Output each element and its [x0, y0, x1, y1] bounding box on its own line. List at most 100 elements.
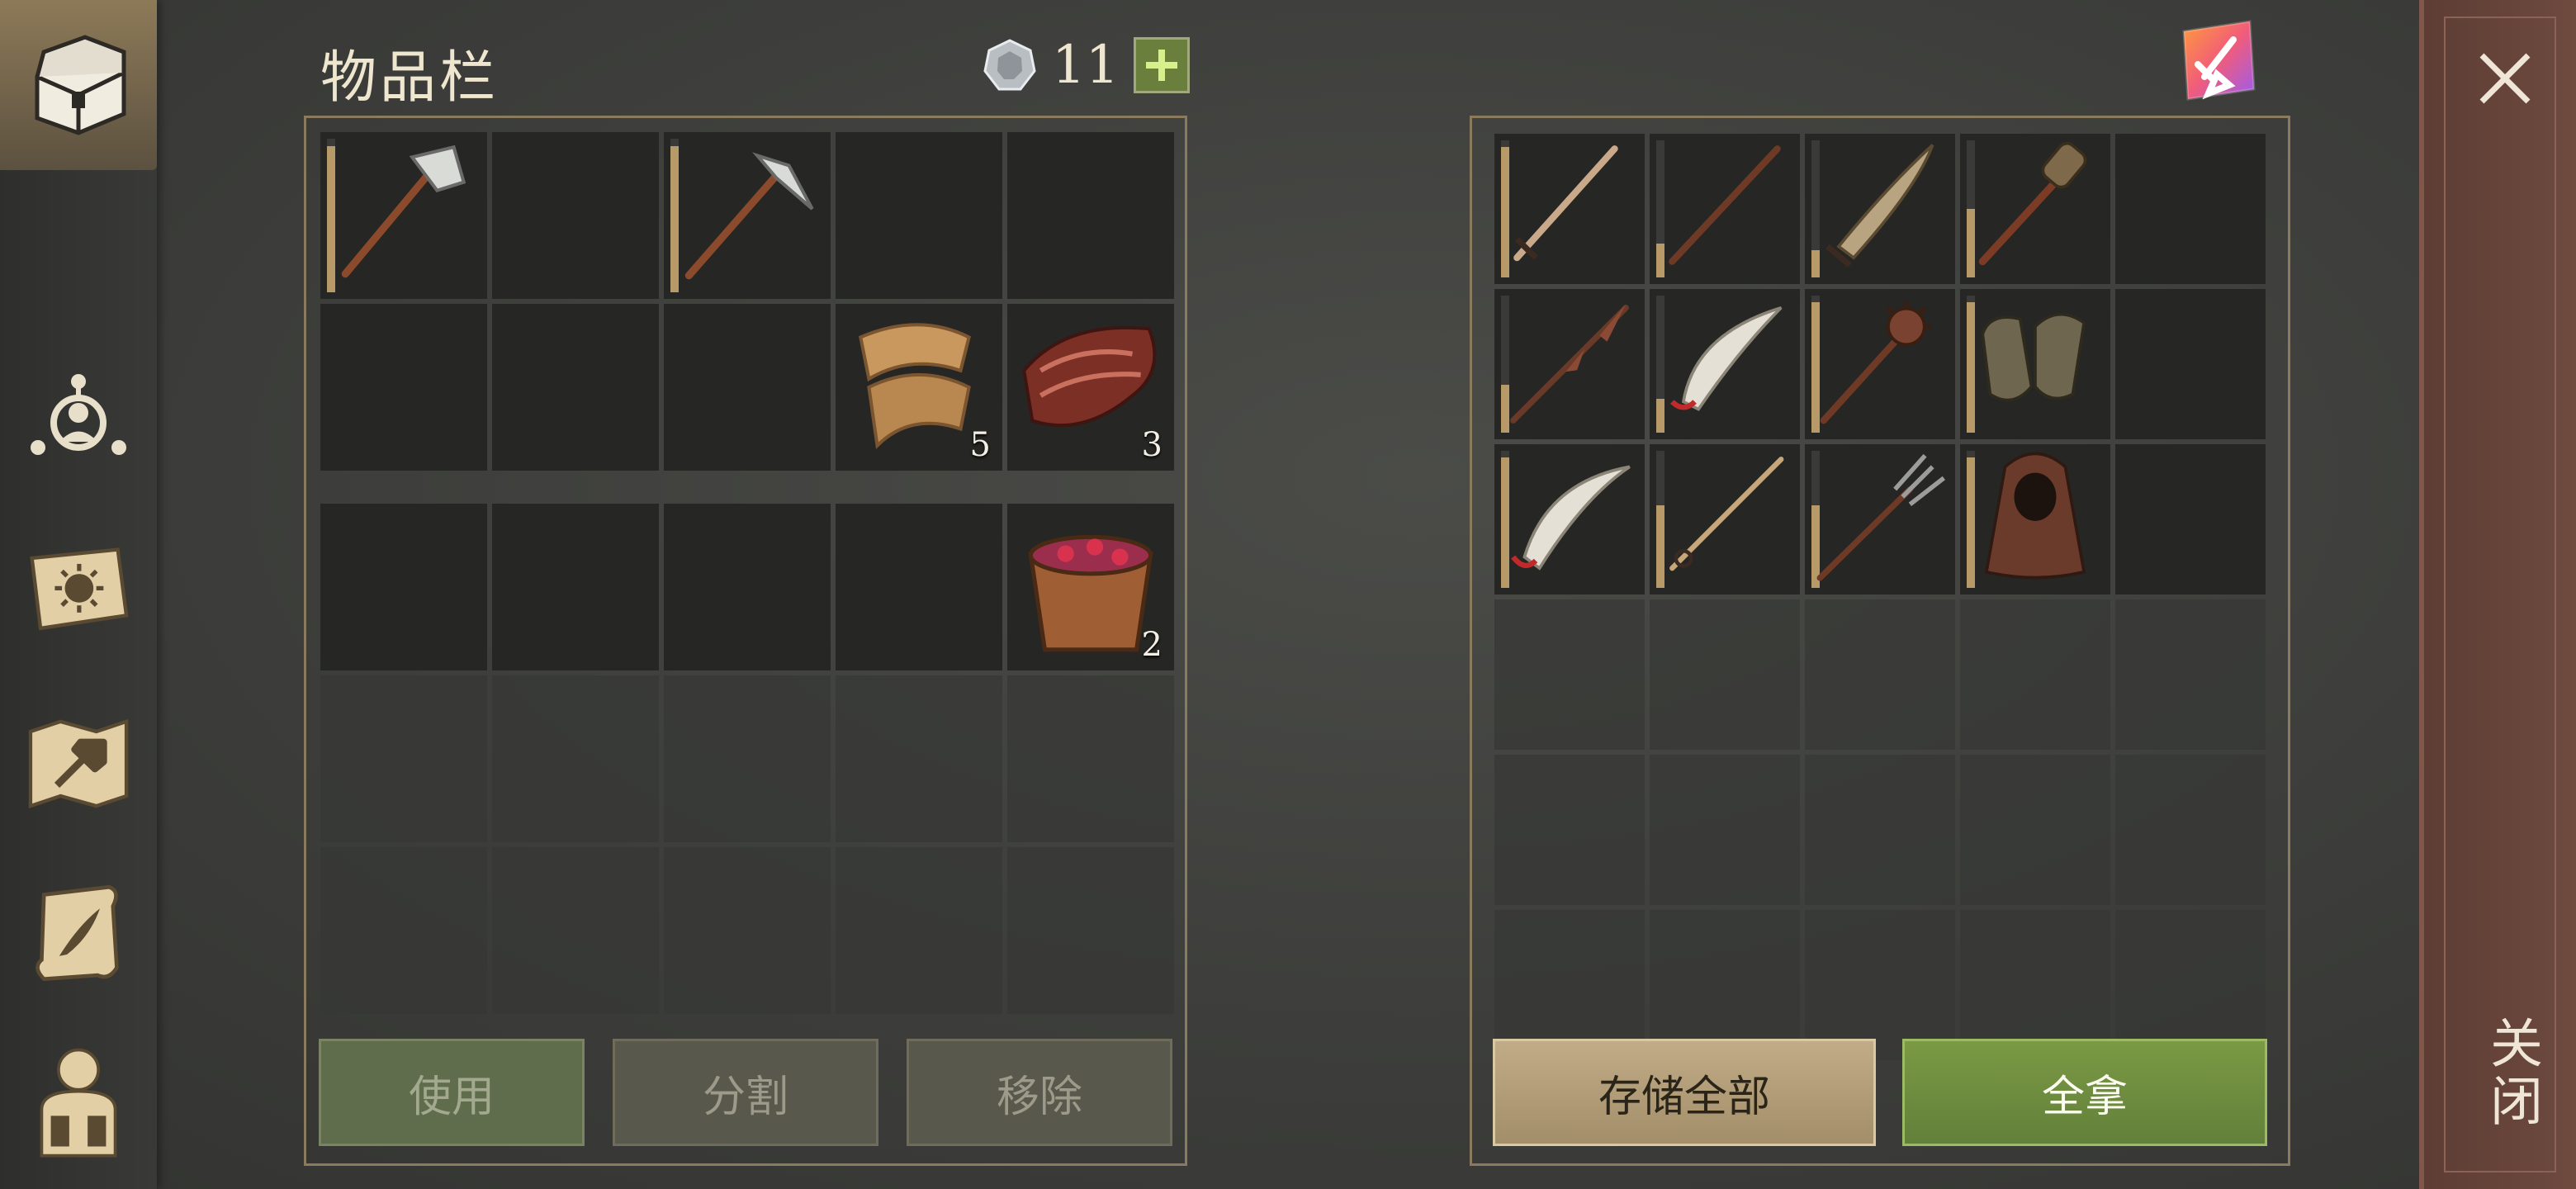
item-slot-falchion[interactable] — [1805, 134, 1955, 284]
item-slot-leather-strips[interactable]: 5 — [836, 304, 1002, 471]
sort-broom-icon[interactable] — [2171, 15, 2262, 106]
locked-slot — [664, 847, 831, 1014]
empty-slot[interactable] — [664, 304, 831, 471]
close-rail[interactable]: 关闭 — [2419, 0, 2576, 1189]
use-button[interactable]: 使用 — [319, 1039, 585, 1146]
item-count: 3 — [1141, 426, 1163, 464]
sidebar-item-journal[interactable] — [25, 879, 132, 987]
locked-slot — [1494, 599, 1645, 750]
sidebar-item-tome[interactable] — [25, 537, 132, 644]
locked-slot — [664, 675, 831, 842]
backpack-character-icon — [40, 1048, 117, 1158]
inventory-title: 物品栏 — [320, 45, 500, 111]
empty-slot[interactable] — [2115, 444, 2266, 594]
sidebar-item-chest[interactable] — [0, 0, 157, 170]
empty-slot[interactable] — [664, 504, 831, 670]
pitchfork-icon — [1816, 453, 1946, 581]
left-nav — [0, 0, 157, 1189]
item-count: 2 — [1141, 626, 1163, 664]
storage-grid — [1494, 134, 2266, 1060]
chest-icon — [35, 35, 126, 135]
silver-coin-icon — [983, 39, 1036, 91]
remove-button[interactable]: 移除 — [907, 1039, 1172, 1146]
falchion-icon — [1825, 144, 1934, 268]
locked-slot — [320, 675, 487, 842]
hooded-cloak-icon — [1984, 452, 2086, 580]
empty-slot[interactable] — [492, 132, 659, 299]
item-slot-morning-star[interactable] — [1805, 289, 1955, 439]
crafting-map-icon — [28, 718, 129, 809]
locked-slot — [2115, 599, 2266, 750]
spiked-spear-icon — [1510, 304, 1629, 424]
item-slot-torch-club[interactable] — [1960, 134, 2110, 284]
locked-slot — [1494, 910, 1645, 1060]
locked-slot — [1650, 755, 1800, 905]
scimitar-icon — [1670, 306, 1783, 411]
add-currency-button[interactable] — [1134, 37, 1191, 93]
item-slot-leather-gloves[interactable] — [1960, 289, 2110, 439]
locked-slot — [2115, 755, 2266, 905]
locked-slot — [1960, 910, 2110, 1060]
empty-slot[interactable] — [492, 504, 659, 670]
sidebar-item-skills[interactable] — [25, 363, 132, 471]
locked-slot — [2115, 910, 2266, 1060]
locked-slot — [1494, 755, 1645, 905]
item-slot-curved-sabre[interactable] — [1494, 444, 1645, 594]
inventory-grid: 53 — [320, 132, 1174, 471]
empty-slot[interactable] — [836, 504, 1002, 670]
split-button[interactable]: 分割 — [613, 1039, 878, 1146]
locked-slot — [492, 847, 659, 1014]
curved-sabre-icon — [1511, 465, 1631, 571]
currency-count: 11 — [1052, 35, 1120, 96]
item-slot-spiked-spear[interactable] — [1494, 289, 1645, 439]
empty-slot[interactable] — [320, 304, 487, 471]
empty-slot[interactable] — [2115, 289, 2266, 439]
sun-tome-icon — [30, 547, 129, 631]
store-all-button[interactable]: 存储全部 — [1493, 1039, 1876, 1146]
plus-icon — [1146, 50, 1178, 81]
empty-slot[interactable] — [320, 504, 487, 670]
leather-gloves-icon — [1981, 312, 2086, 402]
locked-slot — [1650, 910, 1800, 1060]
locked-slot — [1805, 755, 1955, 905]
currency-display: 11 — [983, 35, 1191, 96]
item-count: 5 — [969, 426, 991, 464]
item-slot-pitchfork[interactable] — [1805, 444, 1955, 594]
empty-slot[interactable] — [2115, 134, 2266, 284]
longsword-icon — [1513, 145, 1618, 262]
locked-slot — [320, 847, 487, 1014]
empty-slot[interactable] — [492, 304, 659, 471]
stone-pickaxe-icon — [684, 152, 814, 280]
sidebar-item-character[interactable] — [25, 1045, 132, 1158]
torch-club-icon — [1978, 141, 2087, 266]
item-slot-rapier[interactable] — [1650, 444, 1800, 594]
rapier-icon — [1669, 457, 1784, 571]
locked-slot — [1007, 847, 1174, 1014]
item-slot-hooded-cloak[interactable] — [1960, 444, 2110, 594]
item-slot-raw-meat[interactable]: 3 — [1007, 304, 1174, 471]
item-slot-wooden-staff[interactable] — [1650, 134, 1800, 284]
close-icon[interactable] — [2472, 45, 2538, 111]
item-slot-stone-pickaxe[interactable] — [664, 132, 831, 299]
locked-slot — [1007, 675, 1174, 842]
character-skills-icon — [31, 374, 126, 455]
locked-slot — [1805, 599, 1955, 750]
item-slot-scimitar[interactable] — [1650, 289, 1800, 439]
locked-slot — [1650, 599, 1800, 750]
item-slot-longsword[interactable] — [1494, 134, 1645, 284]
locked-slot — [1960, 755, 2110, 905]
take-all-button[interactable]: 全拿 — [1902, 1039, 2267, 1146]
locked-slot — [836, 847, 1002, 1014]
empty-slot[interactable] — [1007, 132, 1174, 299]
close-label[interactable]: 关闭 — [2474, 1016, 2550, 1131]
empty-slot[interactable] — [836, 132, 1002, 299]
item-slot-stone-hatchet[interactable] — [320, 132, 487, 299]
item-slot-berry-bucket[interactable]: 2 — [1007, 504, 1174, 670]
locked-slot — [1805, 910, 1955, 1060]
close-rail-frame — [2444, 17, 2556, 1172]
scroll-quill-icon — [36, 884, 119, 982]
morning-star-icon — [1820, 301, 1932, 424]
locked-slot — [492, 675, 659, 842]
sidebar-item-crafting[interactable] — [25, 710, 132, 817]
locked-slot — [1960, 599, 2110, 750]
